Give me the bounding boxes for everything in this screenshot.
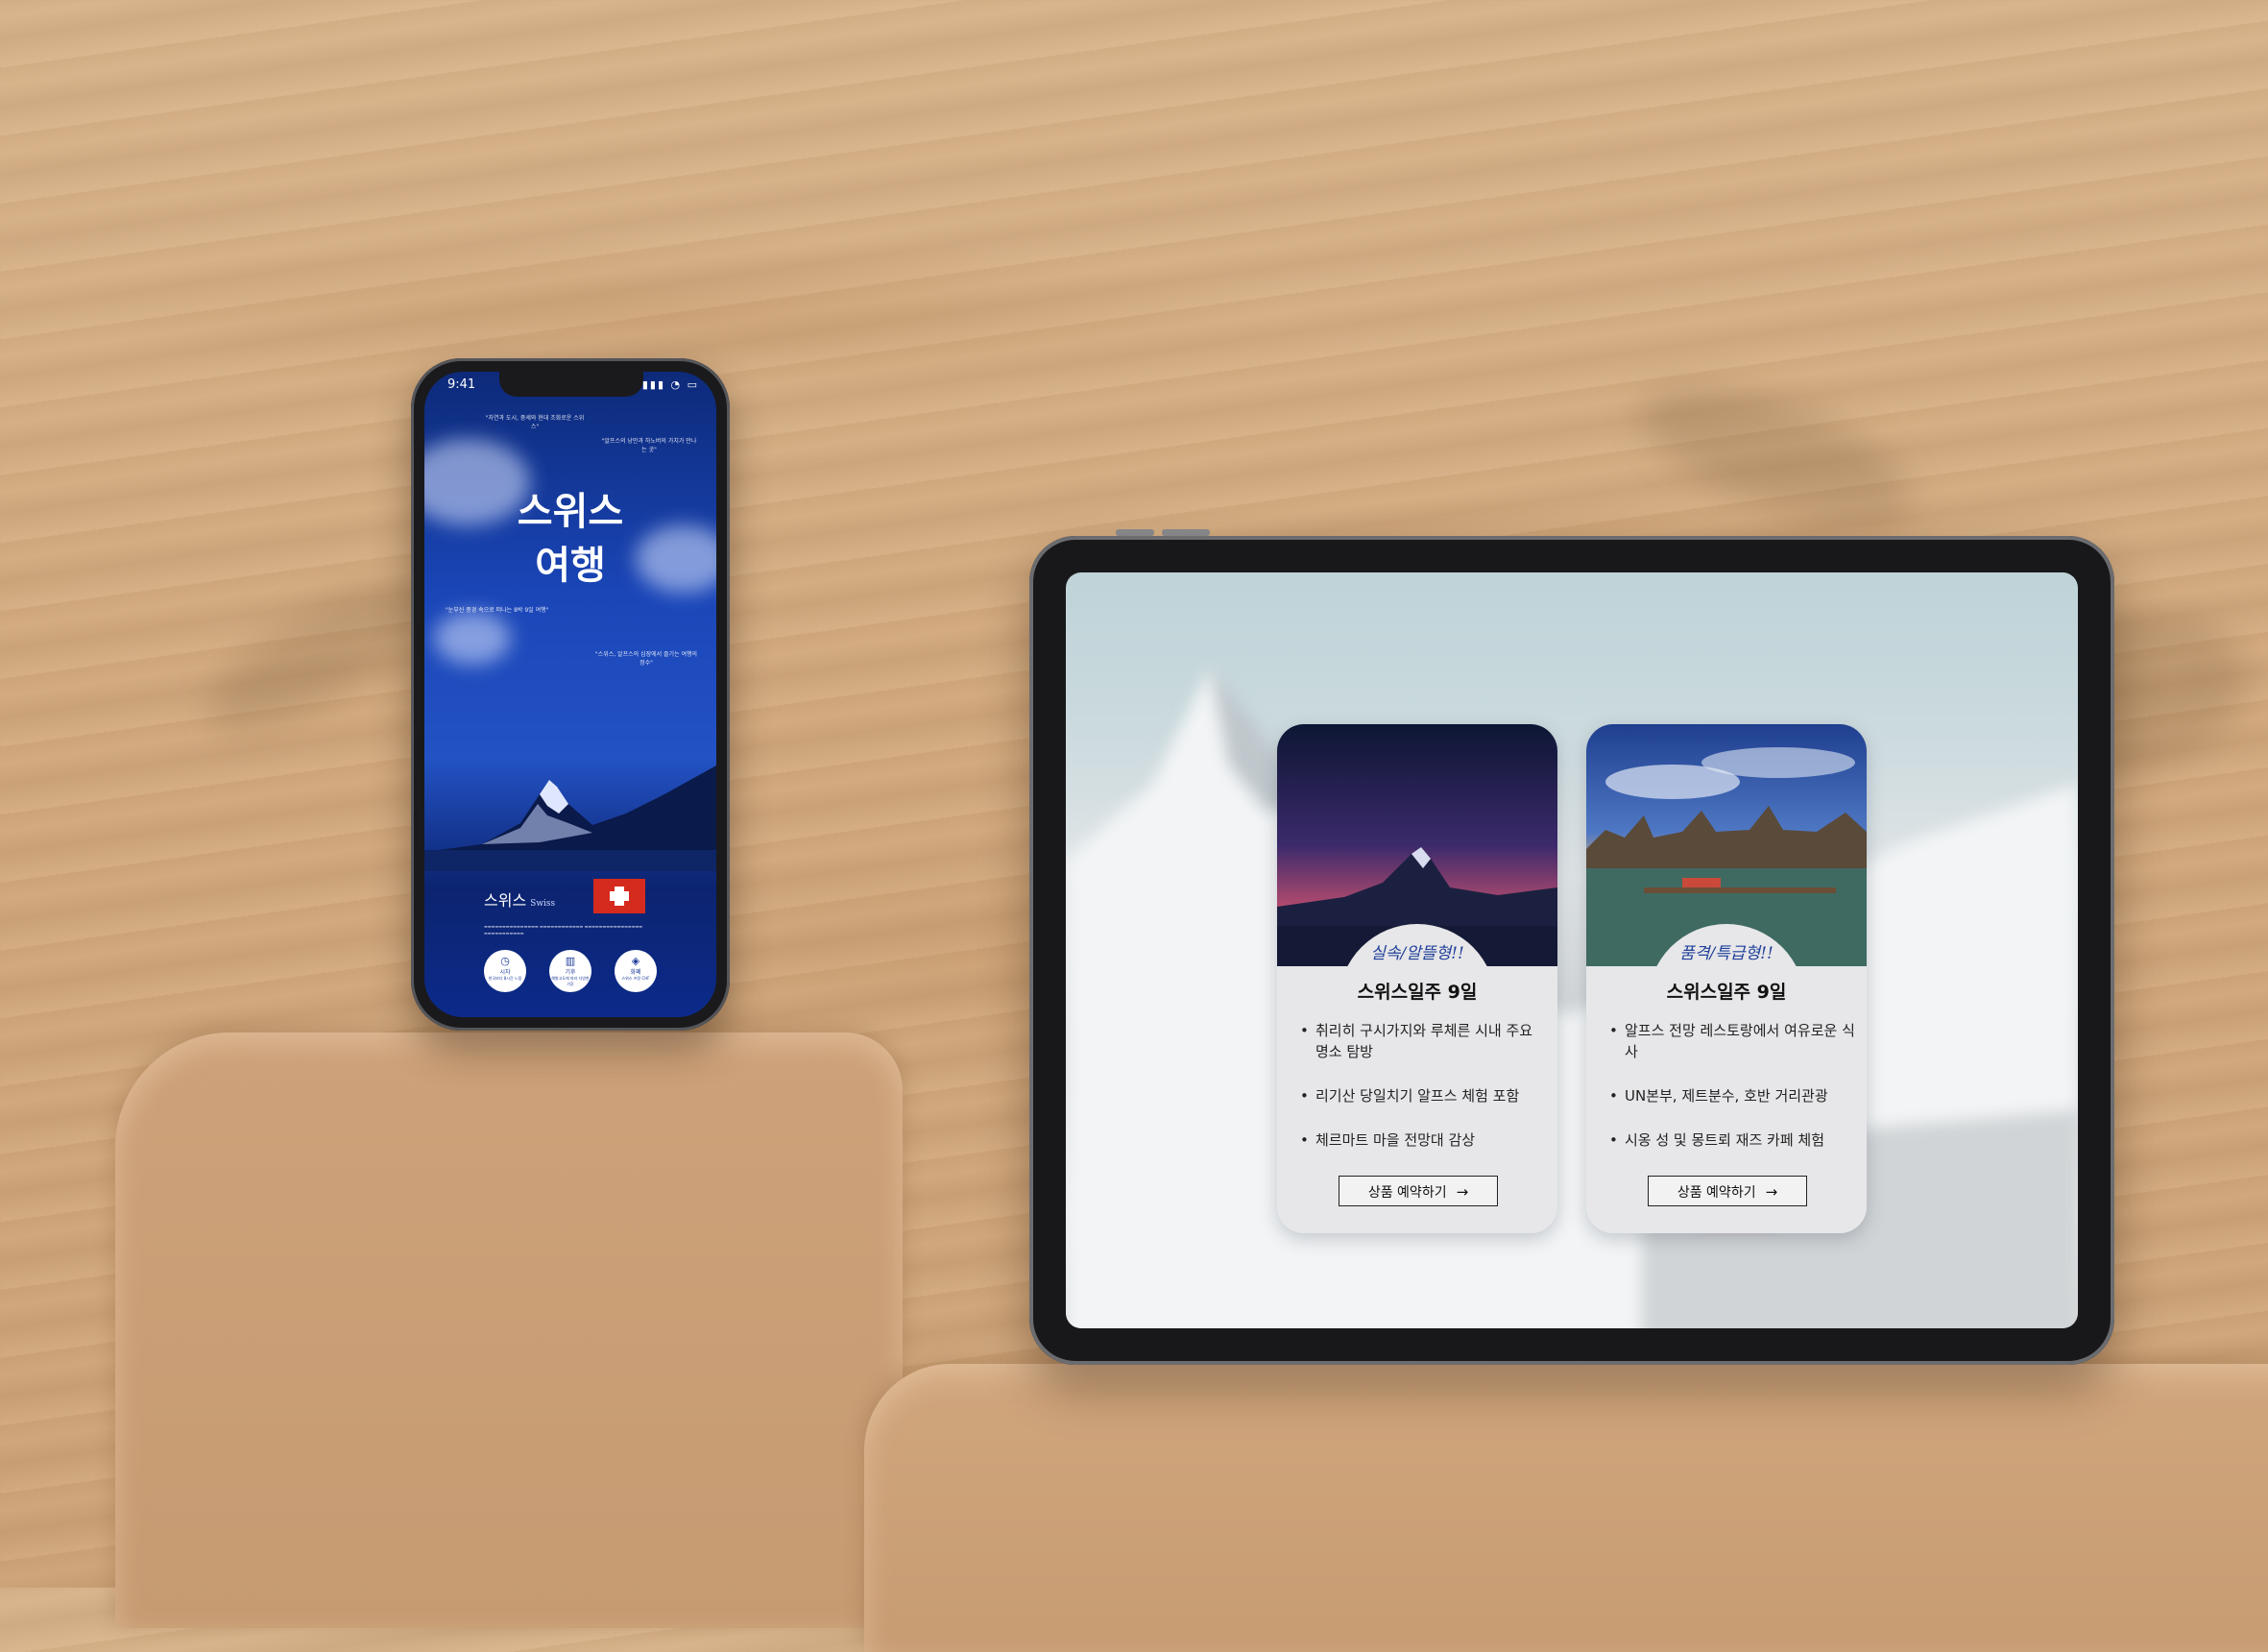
phone-mockup: 9:41 ▮▮▮ ◔ ▭ "자연과 도시, 중세와 현대 조화로운 스위스" "…	[411, 358, 730, 1031]
tablet-mockup: 실속/알뜰형!! 스위스일주 9일 취리히 구시가지와 루체른 시내 주요 명소…	[1029, 536, 2114, 1365]
info-button-climate[interactable]: ▥ 기후 해발고도에 따라 다양한 기후	[549, 950, 591, 992]
info-button-currency[interactable]: ◈ 화폐 스위스 프랑 CHF	[615, 950, 657, 992]
tablet-volume-button	[1116, 529, 1154, 536]
phone-intro-text: ▬▬▬▬▬▬▬▬▬▬▬▬▬▬▬ ▬▬▬▬▬▬▬▬▬▬▬▬ ▬▬▬▬▬▬▬▬▬▬▬…	[484, 924, 643, 935]
country-label-en: Swiss	[530, 899, 556, 909]
info-sub: 한국보다 8시간 느림	[488, 976, 522, 981]
card-feature-item: 취리히 구시가지와 루체른 시내 주요 명소 탐방	[1300, 1020, 1546, 1062]
info-label: 화폐	[630, 969, 641, 976]
country-label: 스위스 Swiss	[484, 887, 555, 911]
swiss-flag-icon	[593, 879, 645, 913]
phone-quote: "스위스, 알프스의 심장에서 즐기는 여행의 정수"	[594, 651, 698, 667]
matterhorn-illustration	[424, 765, 716, 871]
phone-quote: "알프스의 낭만과 하노버의 가치가 만나는 곳"	[601, 438, 697, 453]
info-sub: 스위스 프랑 CHF	[621, 976, 650, 981]
card-title: 스위스일주 9일	[1666, 982, 1787, 1003]
phone-title-line2: 여행	[535, 543, 606, 588]
arrow-right-icon: →	[1456, 1183, 1469, 1201]
card-feature-item: UN본부, 제트분수, 호반 거리관광	[1609, 1085, 1855, 1106]
phone-screen: 9:41 ▮▮▮ ◔ ▭ "자연과 도시, 중세와 현대 조화로운 스위스" "…	[424, 372, 716, 1017]
wooden-block-left	[115, 1032, 903, 1628]
product-card-1: 실속/알뜰형!! 스위스일주 9일 취리히 구시가지와 루체른 시내 주요 명소…	[1277, 724, 1557, 1233]
building-icon: ▥	[565, 955, 576, 967]
book-button-label: 상품 예약하기	[1677, 1185, 1756, 1201]
wooden-block-right	[864, 1364, 2268, 1652]
card-tag: 실속/알뜰형!!	[1370, 944, 1464, 963]
info-label: 시차	[499, 969, 511, 976]
phone-quote: "자연과 도시, 중세와 현대 조화로운 스위스"	[485, 415, 585, 430]
card-title: 스위스일주 9일	[1357, 982, 1478, 1003]
phone-title-line1: 스위스	[517, 489, 624, 534]
book-product-button[interactable]: 상품 예약하기 →	[1648, 1176, 1807, 1206]
arrow-right-icon: →	[1765, 1183, 1778, 1201]
phone-quote: "눈부신 풍경 속으로 떠나는 8박 9일 여행"	[446, 607, 549, 614]
info-sub: 해발고도에 따라 다양한 기후	[551, 976, 590, 986]
card-feature-list: 알프스 전망 레스토랑에서 여유로운 식사 UN본부, 제트분수, 호반 거리관…	[1609, 1020, 1855, 1174]
clock-icon: ◷	[500, 955, 510, 967]
info-label: 기후	[565, 969, 576, 976]
tablet-screen: 실속/알뜰형!! 스위스일주 9일 취리히 구시가지와 루체른 시내 주요 명소…	[1066, 572, 2078, 1328]
status-time: 9:41	[447, 377, 476, 392]
tablet-volume-button	[1162, 529, 1210, 536]
blurred-mountain-background	[1066, 668, 2078, 1328]
card-feature-item: 시옹 성 및 몽트뢰 재즈 카페 체험	[1609, 1130, 1855, 1151]
info-button-time[interactable]: ◷ 시차 한국보다 8시간 느림	[484, 950, 526, 992]
card-tag: 품격/특급형!!	[1679, 944, 1773, 963]
book-button-label: 상품 예약하기	[1367, 1185, 1447, 1201]
product-card-2: 품격/특급형!! 스위스일주 9일 알프스 전망 레스토랑에서 여유로운 식사 …	[1586, 724, 1867, 1233]
cloud-decoration	[434, 612, 511, 665]
card-feature-list: 취리히 구시가지와 루체른 시내 주요 명소 탐방 리기산 당일치기 알프스 체…	[1300, 1020, 1546, 1174]
card-feature-item: 체르마트 마을 전망대 감상	[1300, 1130, 1546, 1151]
coin-icon: ◈	[631, 955, 640, 967]
card-feature-item: 리기산 당일치기 알프스 체험 포함	[1300, 1085, 1546, 1106]
phone-notch	[499, 372, 643, 397]
card-feature-item: 알프스 전망 레스토랑에서 여유로운 식사	[1609, 1020, 1855, 1062]
country-label-ko: 스위스	[484, 891, 527, 910]
book-product-button[interactable]: 상품 예약하기 →	[1339, 1176, 1498, 1206]
status-icons: ▮▮▮ ◔ ▭	[641, 378, 699, 391]
